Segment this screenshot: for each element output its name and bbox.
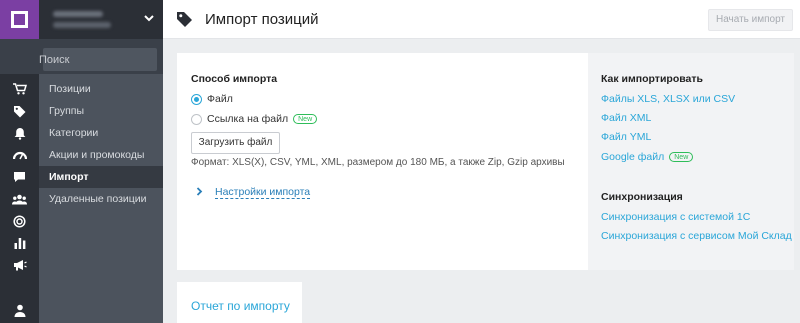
megaphone-icon[interactable] — [0, 255, 39, 275]
help-link-xml[interactable]: Файл XML — [601, 112, 651, 124]
radio-file[interactable] — [191, 94, 202, 105]
app-logo[interactable] — [0, 0, 39, 39]
help-panel: Как импортировать Файлы XLS, XLSX или CS… — [588, 53, 794, 270]
gauge-icon[interactable] — [0, 145, 39, 165]
sync-link-1c[interactable]: Синхронизация с системой 1С — [601, 211, 750, 223]
sidebar: Поиск Позиции Группы Категории Акции и п… — [0, 0, 163, 323]
help-link-xls[interactable]: Файлы XLS, XLSX или CSV — [601, 93, 735, 105]
tag-icon — [177, 12, 192, 27]
tag-icon[interactable] — [0, 101, 39, 121]
how-to-import-heading: Как импортировать — [601, 73, 703, 85]
help-link-yml[interactable]: Файл YML — [601, 131, 651, 143]
users-icon[interactable] — [0, 189, 39, 209]
help-link-google[interactable]: Google файл New — [601, 151, 694, 163]
import-report-card: Отчет по импорту — [177, 282, 302, 323]
sidebar-item-positions[interactable]: Позиции — [39, 78, 163, 100]
chevron-down-icon[interactable] — [143, 12, 155, 24]
sidebar-item-promotions[interactable]: Акции и промокоды — [39, 144, 163, 166]
bell-icon[interactable] — [0, 123, 39, 143]
import-method-heading: Способ импорта — [191, 73, 278, 85]
start-import-button[interactable]: Начать импорт — [708, 9, 793, 31]
sidebar-item-import[interactable]: Импорт — [39, 166, 163, 188]
chat-icon[interactable] — [0, 167, 39, 187]
new-badge: New — [293, 114, 318, 124]
help-link-google-text: Google файл — [601, 151, 665, 163]
search-input[interactable]: Поиск — [39, 48, 157, 71]
import-report-link[interactable]: Отчет по импорту — [191, 299, 290, 313]
radio-link[interactable] — [191, 114, 202, 125]
search-placeholder: Поиск — [39, 54, 70, 66]
page-header: Импорт позиций Начать импорт — [163, 0, 800, 39]
radio-file-label[interactable]: Файл — [207, 93, 233, 105]
upload-file-button[interactable]: Загрузить файл — [191, 132, 280, 154]
sidebar-item-categories[interactable]: Категории — [39, 122, 163, 144]
sync-heading: Синхронизация — [601, 191, 683, 203]
radio-link-label[interactable]: Ссылка на файл New — [207, 113, 318, 125]
import-card: Способ импорта Файл Ссылка на файл New За… — [177, 53, 794, 270]
sidebar-item-deleted[interactable]: Удаленные позиции — [39, 188, 163, 210]
radio-link-text: Ссылка на файл — [207, 113, 289, 125]
person-icon[interactable] — [0, 300, 39, 320]
format-hint: Формат: XLS(X), CSV, YML, XML, размером … — [191, 157, 565, 168]
target-icon[interactable] — [0, 211, 39, 231]
chevron-right-icon[interactable] — [196, 187, 203, 196]
sidebar-item-groups[interactable]: Группы — [39, 100, 163, 122]
page-title: Импорт позиций — [205, 11, 319, 28]
search-bar: Поиск — [0, 39, 163, 74]
sidebar-nav: Позиции Группы Категории Акции и промоко… — [39, 78, 163, 210]
account-switcher[interactable] — [39, 0, 163, 39]
new-badge: New — [669, 152, 694, 162]
bar-chart-icon[interactable] — [0, 233, 39, 253]
import-settings-link[interactable]: Настройки импорта — [215, 186, 311, 199]
sync-link-moysklad[interactable]: Синхронизация с сервисом Мой Склад — [601, 230, 792, 242]
cart-icon[interactable] — [0, 79, 39, 99]
